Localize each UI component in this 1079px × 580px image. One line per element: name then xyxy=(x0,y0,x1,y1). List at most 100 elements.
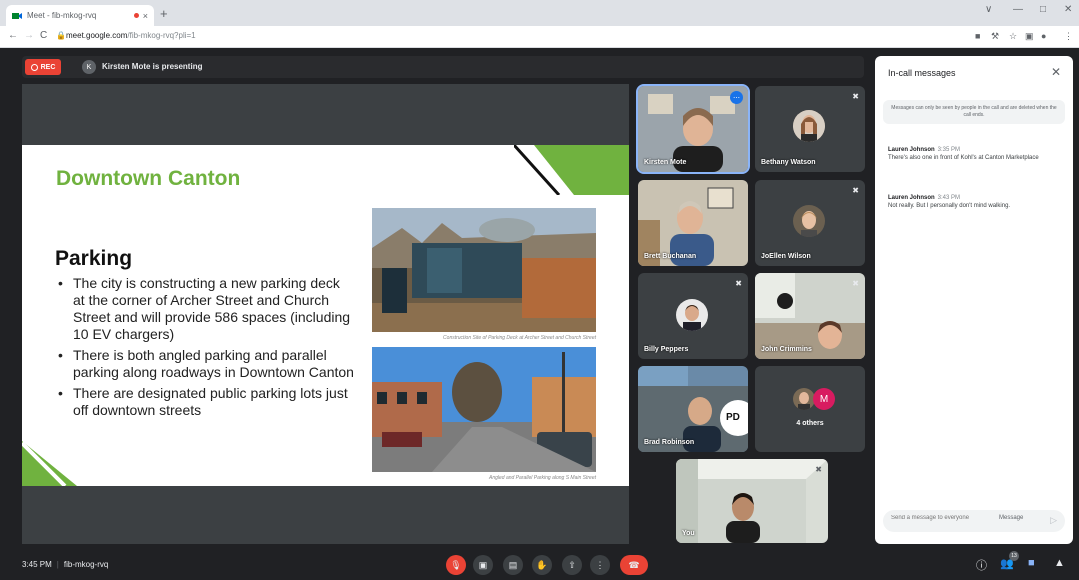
camera-indicator-icon[interactable]: ■ xyxy=(975,31,980,41)
street-photo xyxy=(372,347,596,472)
camera-icon: ▣ xyxy=(478,559,488,570)
participant-count-badge: 13 xyxy=(1009,551,1019,561)
new-tab-button[interactable]: + xyxy=(160,6,168,21)
self-video xyxy=(676,459,828,543)
raise-hand-button[interactable]: ✋ xyxy=(532,555,552,575)
participant-avatar xyxy=(793,388,815,410)
address-bar: ← → C 🔒 meet.google.com/fib-mkog-rvq?pli… xyxy=(0,26,1079,48)
slide-title: Downtown Canton xyxy=(56,167,241,190)
panel-title: In-call messages xyxy=(888,68,956,78)
participant-initial-avatar: M xyxy=(813,388,835,410)
url-field[interactable]: meet.google.com/fib-mkog-rvq?pli=1 xyxy=(66,31,196,40)
leave-call-button[interactable]: ☎ xyxy=(620,555,648,575)
tab-title: Meet - fib-mkog-rvq xyxy=(27,11,97,20)
more-options-button[interactable]: ⋮ xyxy=(590,555,610,575)
participant-tile-kirsten-mote[interactable]: ⋯ Kirsten Mote xyxy=(636,84,750,174)
participant-tile-bethany-watson[interactable]: ✖ Bethany Watson xyxy=(755,86,865,172)
tab-search-icon[interactable]: ∨ xyxy=(985,4,992,15)
shared-slide: Downtown Canton Parking The city is cons… xyxy=(22,145,629,486)
chat-message: Lauren Johnson 3:43 PM Not really. But I … xyxy=(888,194,1063,210)
construction-photo xyxy=(372,208,596,332)
close-window-button[interactable]: ✕ xyxy=(1064,4,1072,15)
muted-mic-icon: ✖ xyxy=(852,279,859,288)
back-button[interactable]: ← xyxy=(8,30,18,41)
badge-sign: PD xyxy=(726,412,740,423)
bookmark-star-icon[interactable]: ☆ xyxy=(1009,31,1017,42)
camera-toggle-button[interactable]: ▣ xyxy=(473,555,493,575)
meeting-details-button[interactable]: ⓘ xyxy=(976,557,987,573)
presenter-avatar: K xyxy=(82,60,96,74)
activities-button[interactable]: ▲ xyxy=(1054,557,1065,569)
muted-mic-icon: ✖ xyxy=(735,279,742,288)
message-text: Not really. But I personally don't mind … xyxy=(888,203,1011,209)
hand-icon: ✋ xyxy=(536,559,548,570)
rec-label: REC xyxy=(40,63,56,71)
minimize-button[interactable]: — xyxy=(1013,4,1023,15)
chat-message: Lauren Johnson 3:35 PM There's also one i… xyxy=(888,146,1063,162)
profile-icon[interactable]: ● xyxy=(1041,31,1046,41)
hangup-icon: ☎ xyxy=(628,559,640,570)
participant-name: Kirsten Mote xyxy=(644,159,687,166)
participant-tile-joellen-wilson[interactable]: ✖ JoEllen Wilson xyxy=(755,180,865,266)
presenting-text: Kirsten Mote is presenting xyxy=(102,62,203,71)
in-call-messages-panel: In-call messages ✕ Messages can only be … xyxy=(875,56,1073,544)
message-time: 3:43 PM xyxy=(937,195,961,201)
activities-icon: ▲ xyxy=(1054,557,1065,569)
record-icon xyxy=(30,63,38,71)
participant-tile-billy-peppers[interactable]: ✖ Billy Peppers xyxy=(638,273,748,359)
tab-strip: Meet - fib-mkog-rvq × + ∨ — □ ✕ xyxy=(0,0,1079,26)
browser-chrome: Meet - fib-mkog-rvq × + ∨ — □ ✕ ← → C 🔒 … xyxy=(0,0,1079,48)
muted-mic-icon: ✖ xyxy=(852,186,859,195)
meeting-time: 3:45 PM xyxy=(22,560,52,569)
recording-badge: REC xyxy=(25,59,61,75)
participant-name: Brett Buchanan xyxy=(644,253,697,260)
meeting-control-bar: 3:45 PM | fib-mkog-rvq 🎙 ▣ ▤ ✋ ⇧ ⋮ ☎ ⓘ 👥 ■… xyxy=(0,548,1079,580)
close-icon[interactable]: ✕ xyxy=(1051,65,1061,79)
captions-icon: ▤ xyxy=(508,559,518,570)
chat-button[interactable]: ■ xyxy=(1028,557,1035,569)
present-icon: ⇧ xyxy=(568,559,576,570)
participant-tile-others[interactable]: M 4 others xyxy=(755,366,865,452)
captions-button[interactable]: ▤ xyxy=(503,555,523,575)
self-view-tile[interactable]: ✖ You xyxy=(676,459,828,543)
lock-icon: 🔒 xyxy=(56,31,66,40)
participant-avatar xyxy=(793,205,825,237)
message-composer: Message ▷ xyxy=(883,510,1065,532)
more-options-icon[interactable]: ⋯ xyxy=(730,91,743,104)
send-icon[interactable]: ▷ xyxy=(1050,515,1057,526)
photo-caption: Construction Site of Parking Deck at Arc… xyxy=(443,335,596,341)
participant-avatar xyxy=(676,299,708,331)
message-input-label: Message xyxy=(999,515,1024,521)
recording-dot-icon xyxy=(133,13,139,18)
message-sender: Lauren Johnson xyxy=(888,147,935,153)
slide-bullet: There is both angled parking and paralle… xyxy=(55,347,355,381)
participant-tile-brett-buchanan[interactable]: Brett Buchanan xyxy=(638,180,748,266)
participant-tile-brad-robinson[interactable]: PD Brad Robinson xyxy=(638,366,748,452)
privacy-notice: Messages can only be seen by people in t… xyxy=(883,100,1065,124)
reload-button[interactable]: C xyxy=(40,30,47,41)
presentation-header: REC K Kirsten Mote is presenting xyxy=(22,56,864,78)
participant-name: Billy Peppers xyxy=(644,346,689,353)
microphone-toggle-button[interactable]: 🎙 xyxy=(446,555,466,575)
browser-tab[interactable]: Meet - fib-mkog-rvq × xyxy=(6,5,154,26)
mic-off-icon: 🎙 xyxy=(450,559,462,570)
info-icon: ⓘ xyxy=(976,560,987,572)
meeting-info: 3:45 PM | fib-mkog-rvq xyxy=(22,560,109,569)
meet-favicon-icon xyxy=(12,11,22,21)
participant-name: JoEllen Wilson xyxy=(761,253,811,260)
participant-name: Brad Robinson xyxy=(644,439,695,446)
forward-button[interactable]: → xyxy=(24,30,34,41)
muted-mic-icon: ✖ xyxy=(852,92,859,101)
participant-avatar xyxy=(793,110,825,142)
sidebar-icon[interactable]: ▣ xyxy=(1025,31,1034,42)
chat-icon: ■ xyxy=(1028,557,1035,569)
slide-corner-decoration xyxy=(514,145,629,195)
share-icon[interactable]: ⚒ xyxy=(991,31,999,42)
tab-close-icon[interactable]: × xyxy=(143,11,148,21)
browser-menu-icon[interactable]: ⋮ xyxy=(1064,31,1073,42)
participant-tile-john-crimmins[interactable]: ✖ John Crimmins xyxy=(755,273,865,359)
present-now-button[interactable]: ⇧ xyxy=(562,555,582,575)
others-count-label: 4 others xyxy=(796,420,824,427)
maximize-button[interactable]: □ xyxy=(1040,4,1046,15)
more-vert-icon: ⋮ xyxy=(595,559,605,570)
